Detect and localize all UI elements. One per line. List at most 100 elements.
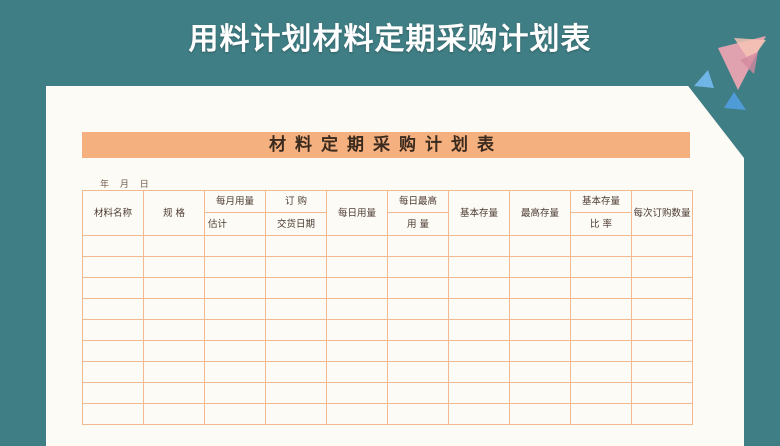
table-cell[interactable]	[631, 319, 693, 341]
table-cell[interactable]	[82, 235, 144, 257]
date-label: 年 月 日	[100, 180, 153, 190]
table-cell[interactable]	[265, 319, 327, 341]
table-cell[interactable]	[448, 403, 510, 425]
table-cell[interactable]	[570, 298, 632, 320]
table-cell[interactable]	[570, 319, 632, 341]
table-cell[interactable]	[326, 382, 388, 404]
table-cell[interactable]	[204, 256, 266, 278]
table-cell[interactable]	[387, 361, 449, 383]
table-cell[interactable]	[82, 403, 144, 425]
table-cell[interactable]	[387, 298, 449, 320]
table-cell[interactable]	[265, 277, 327, 299]
header-base-stock: 基本存量	[448, 190, 510, 236]
table-cell[interactable]	[509, 235, 571, 257]
table-cell[interactable]	[143, 382, 205, 404]
table-cell[interactable]	[631, 382, 693, 404]
table-cell[interactable]	[570, 361, 632, 383]
table-cell[interactable]	[204, 340, 266, 362]
table-cell[interactable]	[143, 403, 205, 425]
table-header-row: 材料名称 规 格 每月用量 订 购 每日用量 每日最高 基本存量 最高存量 基本…	[82, 190, 693, 236]
table-cell[interactable]	[265, 235, 327, 257]
table-cell[interactable]	[265, 403, 327, 425]
table-row	[82, 340, 693, 362]
table-cell[interactable]	[326, 403, 388, 425]
table-cell[interactable]	[509, 256, 571, 278]
table-cell[interactable]	[82, 298, 144, 320]
table-cell[interactable]	[448, 256, 510, 278]
table-cell[interactable]	[204, 382, 266, 404]
table-cell[interactable]	[82, 277, 144, 299]
table-cell[interactable]	[570, 403, 632, 425]
table-cell[interactable]	[82, 340, 144, 362]
table-cell[interactable]	[387, 340, 449, 362]
table-cell[interactable]	[326, 298, 388, 320]
table-cell[interactable]	[509, 277, 571, 299]
table-cell[interactable]	[326, 319, 388, 341]
table-cell[interactable]	[570, 256, 632, 278]
table-cell[interactable]	[265, 256, 327, 278]
table-cell[interactable]	[448, 340, 510, 362]
table-cell[interactable]	[204, 319, 266, 341]
table-cell[interactable]	[326, 361, 388, 383]
table-cell[interactable]	[204, 361, 266, 383]
table-cell[interactable]	[265, 382, 327, 404]
table-cell[interactable]	[387, 277, 449, 299]
table-cell[interactable]	[265, 340, 327, 362]
table-cell[interactable]	[387, 235, 449, 257]
table-cell[interactable]	[326, 256, 388, 278]
table-cell[interactable]	[387, 403, 449, 425]
table-cell[interactable]	[570, 235, 632, 257]
table-cell[interactable]	[631, 256, 693, 278]
table-cell[interactable]	[509, 382, 571, 404]
table-cell[interactable]	[204, 298, 266, 320]
purchase-plan-table: 材料名称 规 格 每月用量 订 购 每日用量 每日最高 基本存量 最高存量 基本…	[82, 190, 693, 425]
table-cell[interactable]	[82, 382, 144, 404]
table-cell[interactable]	[448, 361, 510, 383]
table-cell[interactable]	[570, 382, 632, 404]
table-cell[interactable]	[204, 235, 266, 257]
table-cell[interactable]	[570, 340, 632, 362]
table-cell[interactable]	[143, 277, 205, 299]
table-cell[interactable]	[143, 340, 205, 362]
table-cell[interactable]	[631, 361, 693, 383]
table-cell[interactable]	[509, 298, 571, 320]
table-cell[interactable]	[448, 277, 510, 299]
table-cell[interactable]	[387, 256, 449, 278]
table-cell[interactable]	[82, 319, 144, 341]
table-cell[interactable]	[143, 235, 205, 257]
table-cell[interactable]	[631, 235, 693, 257]
table-cell[interactable]	[387, 382, 449, 404]
header-daily-max-usage-bottom: 用 量	[387, 212, 449, 236]
header-monthly-usage: 每月用量	[204, 190, 266, 213]
table-cell[interactable]	[265, 361, 327, 383]
table-cell[interactable]	[143, 319, 205, 341]
table-cell[interactable]	[631, 403, 693, 425]
table-cell[interactable]	[631, 277, 693, 299]
table-cell[interactable]	[509, 340, 571, 362]
table-cell[interactable]	[509, 403, 571, 425]
table-cell[interactable]	[143, 256, 205, 278]
table-cell[interactable]	[631, 298, 693, 320]
table-cell[interactable]	[448, 382, 510, 404]
table-cell[interactable]	[204, 277, 266, 299]
table-cell[interactable]	[82, 256, 144, 278]
table-row	[82, 382, 693, 404]
table-cell[interactable]	[326, 235, 388, 257]
table-cell[interactable]	[448, 235, 510, 257]
table-cell[interactable]	[204, 403, 266, 425]
table-cell[interactable]	[448, 298, 510, 320]
table-cell[interactable]	[570, 277, 632, 299]
table-cell[interactable]	[509, 319, 571, 341]
table-cell[interactable]	[631, 340, 693, 362]
table-cell[interactable]	[387, 319, 449, 341]
table-cell[interactable]	[326, 277, 388, 299]
table-cell[interactable]	[509, 361, 571, 383]
table-row	[82, 319, 693, 341]
table-cell[interactable]	[265, 298, 327, 320]
header-daily-usage: 每日用量	[326, 190, 388, 236]
table-cell[interactable]	[82, 361, 144, 383]
table-cell[interactable]	[448, 319, 510, 341]
table-cell[interactable]	[326, 340, 388, 362]
table-cell[interactable]	[143, 298, 205, 320]
table-cell[interactable]	[143, 361, 205, 383]
